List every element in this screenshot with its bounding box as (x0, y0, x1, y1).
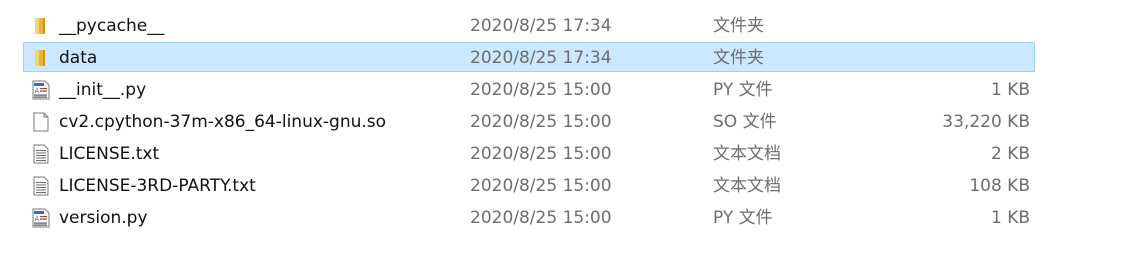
file-modified-date: 2020/8/25 15:00 (470, 176, 612, 196)
file-size: 2 KB (990, 144, 1030, 164)
file-name: data (59, 48, 98, 68)
file-modified-date: 2020/8/25 17:34 (470, 16, 612, 36)
file-modified-date: 2020/8/25 15:00 (470, 112, 612, 132)
folder-icon (31, 48, 51, 68)
file-size: 33,220 KB (942, 112, 1030, 132)
file-row-cv2-so[interactable]: cv2.cpython-37m-x86_64-linux-gnu.so 2020… (0, 106, 1141, 138)
file-size: 108 KB (969, 176, 1030, 196)
blank-file-icon (31, 112, 51, 132)
file-size: 1 KB (990, 208, 1030, 228)
file-name: LICENSE-3RD-PARTY.txt (59, 176, 256, 196)
file-size: 1 KB (990, 80, 1030, 100)
file-type: PY 文件 (713, 80, 773, 100)
file-row-data[interactable]: data 2020/8/25 17:34 文件夹 (0, 42, 1141, 74)
file-name: cv2.cpython-37m-x86_64-linux-gnu.so (59, 112, 387, 132)
svg-text:A: A (35, 215, 40, 223)
text-file-icon (31, 144, 51, 164)
python-file-icon: A (31, 208, 51, 228)
file-modified-date: 2020/8/25 15:00 (470, 208, 612, 228)
file-modified-date: 2020/8/25 15:00 (470, 80, 612, 100)
file-type: 文本文档 (713, 144, 781, 164)
file-type: PY 文件 (713, 208, 773, 228)
file-row-license-3rd-party[interactable]: LICENSE-3RD-PARTY.txt 2020/8/25 15:00 文本… (0, 170, 1141, 202)
python-file-icon: A (31, 80, 51, 100)
file-name: __pycache__ (59, 16, 165, 36)
file-modified-date: 2020/8/25 17:34 (470, 48, 612, 68)
file-modified-date: 2020/8/25 15:00 (470, 144, 612, 164)
file-name: LICENSE.txt (59, 144, 160, 164)
file-type: SO 文件 (713, 112, 777, 132)
svg-text:A: A (35, 87, 40, 95)
file-row-init-py[interactable]: A __init__.py 2020/8/25 15:00 PY 文件 1 KB (0, 74, 1141, 106)
file-size (880, 42, 1030, 74)
file-row-version-py[interactable]: A version.py 2020/8/25 15:00 PY 文件 1 KB (0, 202, 1141, 234)
file-name: __init__.py (59, 80, 147, 100)
file-row-license[interactable]: LICENSE.txt 2020/8/25 15:00 文本文档 2 KB (0, 138, 1141, 170)
file-type: 文件夹 (713, 48, 764, 68)
file-type: 文本文档 (713, 176, 781, 196)
file-list: __pycache__ 2020/8/25 17:34 文件夹 data 202… (0, 10, 1141, 234)
file-type: 文件夹 (713, 16, 764, 36)
file-name: version.py (59, 208, 148, 228)
file-size (880, 10, 1030, 42)
folder-icon (31, 16, 51, 36)
file-row-pycache[interactable]: __pycache__ 2020/8/25 17:34 文件夹 (0, 10, 1141, 42)
text-file-icon (31, 176, 51, 196)
